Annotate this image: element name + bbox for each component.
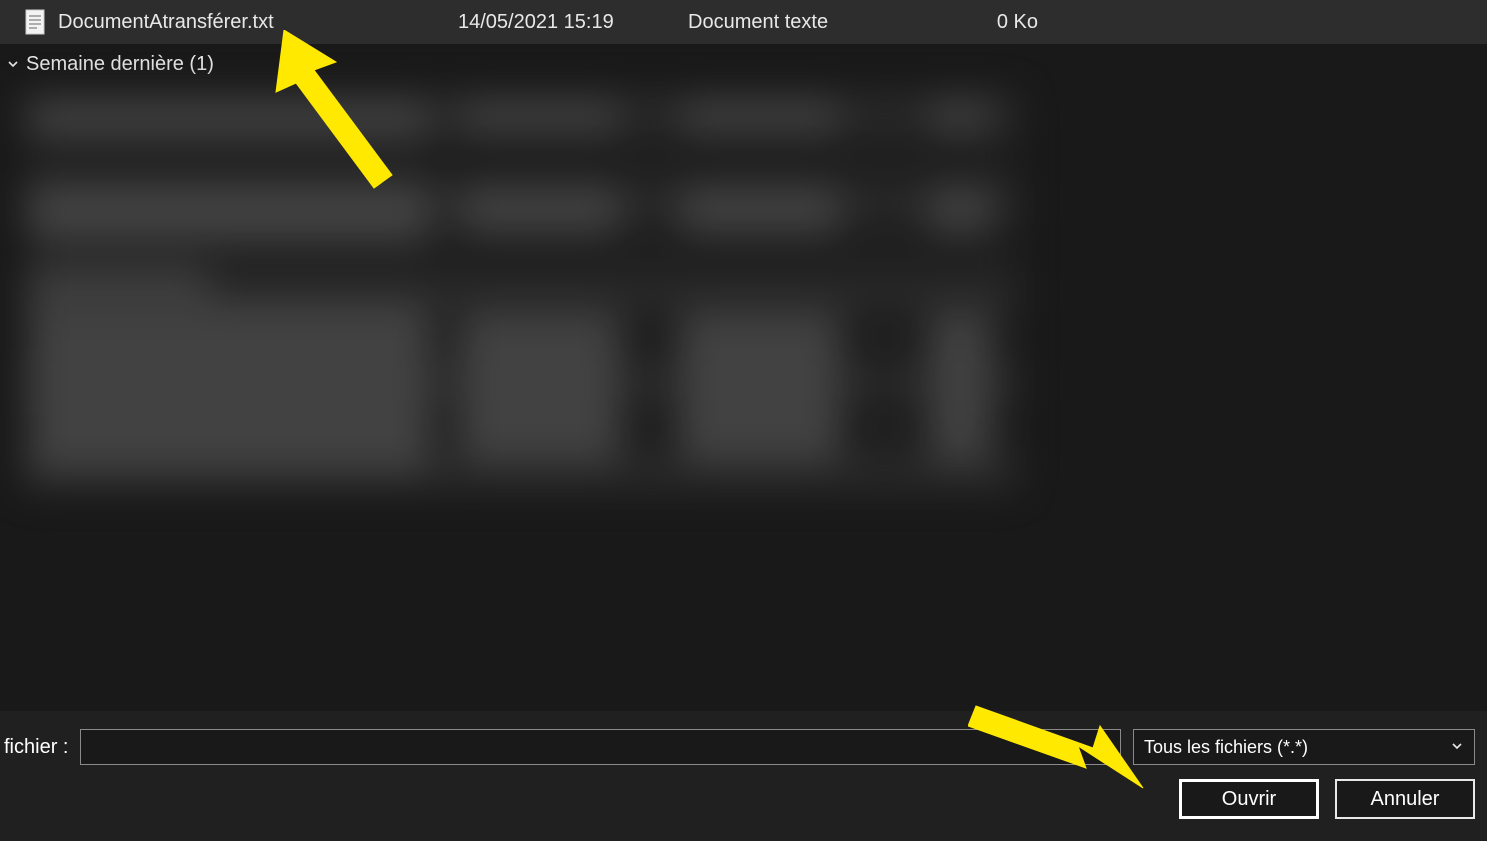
file-name: DocumentAtransférer.txt bbox=[58, 11, 458, 34]
open-button-label: Ouvrir bbox=[1222, 788, 1276, 811]
filename-input[interactable] bbox=[80, 729, 1121, 765]
chevron-down-icon bbox=[1450, 737, 1464, 758]
file-type: Document texte bbox=[688, 11, 948, 34]
file-list: DocumentAtransférer.txt 14/05/2021 15:19… bbox=[0, 0, 1487, 700]
text-file-icon bbox=[24, 8, 46, 36]
cancel-button-label: Annuler bbox=[1371, 788, 1440, 811]
filename-label: fichier : bbox=[4, 736, 68, 759]
dialog-bottom-bar: fichier : Tous les fichiers (*.*) Ouvrir… bbox=[0, 711, 1487, 841]
group-header-label: Semaine dernière (1) bbox=[26, 53, 214, 76]
file-row[interactable]: DocumentAtransférer.txt 14/05/2021 15:19… bbox=[0, 0, 1487, 44]
redacted-file-rows bbox=[20, 92, 1020, 492]
file-date: 14/05/2021 15:19 bbox=[458, 11, 688, 34]
filetype-select[interactable]: Tous les fichiers (*.*) bbox=[1133, 729, 1475, 765]
group-header-last-week[interactable]: Semaine dernière (1) bbox=[0, 44, 1487, 84]
file-size: 0 Ko bbox=[948, 11, 1058, 34]
cancel-button[interactable]: Annuler bbox=[1335, 779, 1475, 819]
chevron-down-icon bbox=[6, 57, 20, 71]
open-button[interactable]: Ouvrir bbox=[1179, 779, 1319, 819]
filetype-selected-label: Tous les fichiers (*.*) bbox=[1144, 737, 1308, 758]
